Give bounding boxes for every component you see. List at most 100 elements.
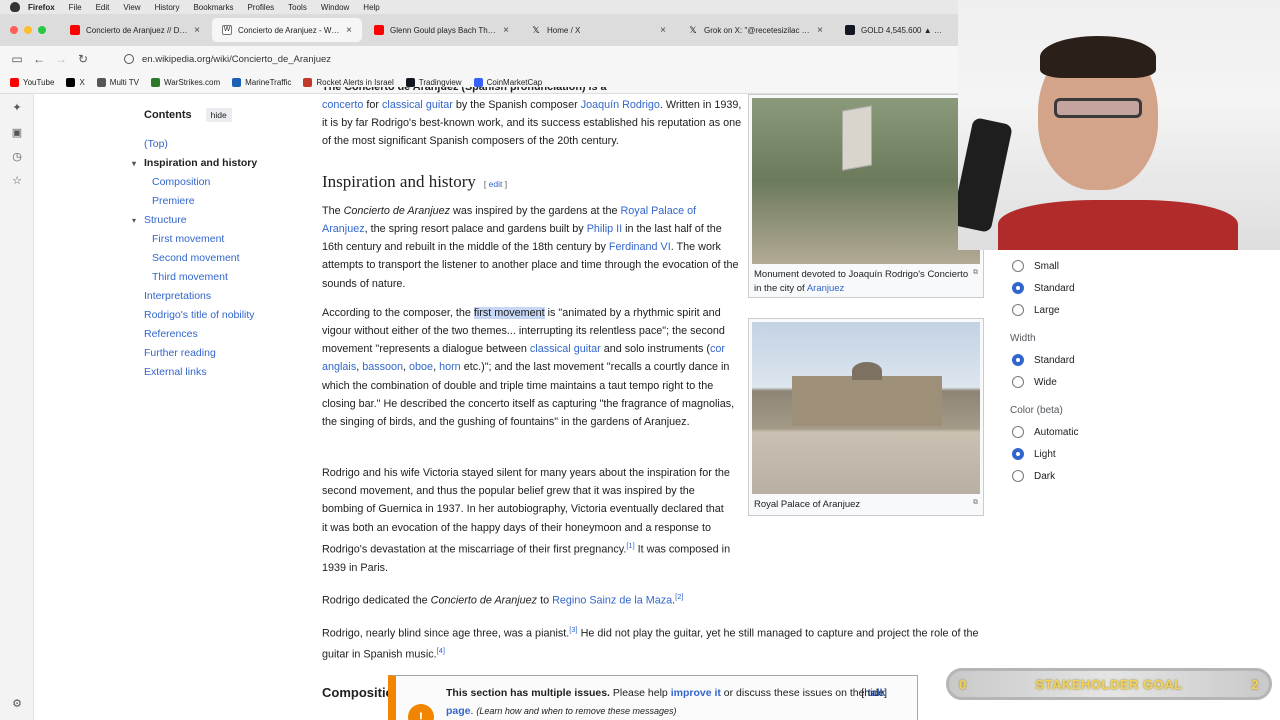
bookmark-coinmarketcap[interactable]: CoinMarketCap [473,78,542,87]
toc-item-inspiration[interactable]: ▾ Inspiration and history [130,154,300,173]
link-oboe[interactable]: oboe [409,361,433,373]
url-bar[interactable]: en.wikipedia.org/wiki/Concierto_de_Aranj… [124,49,824,69]
edit-link[interactable]: edit [489,179,503,189]
chevron-down-icon[interactable]: ▾ [132,211,136,230]
browser-tab[interactable]: GOLD 4,545.600 ▲ +1.1 [835,18,955,42]
zoom-window-button[interactable] [38,26,46,34]
radio-text-standard[interactable]: Standard [1010,277,1170,299]
close-tab-icon[interactable]: × [503,25,509,36]
forward-button[interactable]: → [50,52,72,66]
reload-button[interactable]: ↻ [72,52,94,66]
site-info-icon[interactable] [124,54,134,64]
link-improve-it[interactable]: improve it [671,687,721,699]
browser-tab[interactable]: Glenn Gould plays Bach Three- × [364,18,519,42]
link-horn[interactable]: horn [439,361,461,373]
radio-button[interactable] [1012,426,1024,438]
toc-item-composition[interactable]: Composition [130,173,300,192]
browser-tab[interactable]: 𝕏 Grok on X: "@recetesizilac Sab × [678,18,833,42]
menu-history[interactable]: History [155,3,180,12]
bookmark-marinetraffic[interactable]: MarineTraffic [232,78,291,87]
radio-width-standard[interactable]: Standard [1010,349,1170,371]
link-concerto[interactable]: concerto [322,99,363,111]
toc-item-first-movement[interactable]: First movement [130,230,300,249]
radio-color-dark[interactable]: Dark [1010,465,1170,487]
bookmark-youtube[interactable]: YouTube [10,78,54,87]
toc-item-premiere[interactable]: Premiere [130,192,300,211]
bookmarks-star-icon[interactable]: ☆ [11,175,23,187]
tabs-icon[interactable]: ▣ [11,127,23,139]
settings-gear-icon[interactable]: ⚙ [11,698,23,710]
ai-chat-icon[interactable]: ✦ [11,102,23,114]
radio-button[interactable] [1012,260,1024,272]
ambox-hide-button[interactable]: [hide] [861,684,887,702]
toc-item-interpretations[interactable]: Interpretations [130,287,300,306]
radio-button[interactable] [1012,470,1024,482]
browser-tab[interactable]: Concierto de Aranjuez // Danish × [60,18,210,42]
close-tab-icon[interactable]: × [194,25,200,36]
menu-bookmarks[interactable]: Bookmarks [193,3,233,12]
radio-width-wide[interactable]: Wide [1010,371,1170,393]
radio-text-large[interactable]: Large [1010,299,1170,321]
toc-item-top[interactable]: (Top) [130,135,300,154]
history-icon[interactable]: ◷ [11,151,23,163]
bookmark-x[interactable]: X [66,78,85,87]
chevron-down-icon[interactable]: ▾ [132,154,136,173]
link-classical-guitar[interactable]: classical guitar [530,343,601,355]
reference-link[interactable]: [2] [675,592,683,601]
menu-window[interactable]: Window [321,3,349,12]
toc-item-external-links[interactable]: External links [130,363,300,382]
link-aranjuez[interactable]: Aranjuez [807,283,845,294]
apple-icon[interactable] [10,2,20,12]
menu-edit[interactable]: Edit [96,3,110,12]
reference-link[interactable]: [4] [437,646,445,655]
menu-firefox[interactable]: Firefox [28,3,55,12]
enlarge-icon[interactable]: ⧉ [973,266,978,280]
radio-button-selected[interactable] [1012,282,1024,294]
toc-hide-button[interactable]: hide [205,108,232,122]
reference-link[interactable]: [1] [626,541,634,550]
minimize-window-button[interactable] [24,26,32,34]
menu-help[interactable]: Help [363,3,379,12]
radio-color-automatic[interactable]: Automatic [1010,421,1170,443]
link-philip-ii[interactable]: Philip II [587,223,622,235]
toc-item-structure[interactable]: ▾ Structure [130,211,300,230]
link-regino-sainz[interactable]: Regino Sainz de la Maza [552,594,672,606]
royal-palace-image[interactable] [752,322,980,494]
link-learn-remove[interactable]: (Learn how and when to remove these mess… [476,706,676,716]
menu-view[interactable]: View [123,3,140,12]
close-tab-icon[interactable]: × [660,25,666,36]
close-tab-icon[interactable]: × [346,25,352,36]
toc-item-references[interactable]: References [130,325,300,344]
menu-tools[interactable]: Tools [288,3,307,12]
close-window-button[interactable] [10,26,18,34]
browser-tab[interactable]: 𝕏 Home / X × [521,18,676,42]
close-tab-icon[interactable]: × [817,25,823,36]
bookmark-tradingview[interactable]: Tradingview [405,78,462,87]
radio-button-selected[interactable] [1012,354,1024,366]
back-button[interactable]: ← [28,52,50,66]
link-ferdinand-vi[interactable]: Ferdinand VI [609,241,671,253]
bookmark-warstrikes[interactable]: WarStrikes.com [150,78,220,87]
sidebar-toggle-icon[interactable]: ▭ [6,52,28,66]
link-joaquin-rodrigo[interactable]: Joaquín Rodrigo [581,99,660,111]
toc-item-further-reading[interactable]: Further reading [130,344,300,363]
radio-button[interactable] [1012,304,1024,316]
radio-color-light[interactable]: Light [1010,443,1170,465]
menu-file[interactable]: File [69,3,82,12]
menu-profiles[interactable]: Profiles [247,3,274,12]
radio-button-selected[interactable] [1012,448,1024,460]
browser-tab-active[interactable]: W Concierto de Aranjuez - Wikipe × [212,18,362,42]
monument-image[interactable] [752,98,980,264]
bookmark-multitv[interactable]: Multi TV [96,78,139,87]
toc-item-second-movement[interactable]: Second movement [130,249,300,268]
link-classical-guitar[interactable]: classical guitar [382,99,453,111]
selected-text[interactable]: first movement [473,306,545,319]
toc-item-nobility[interactable]: Rodrigo's title of nobility [130,306,300,325]
enlarge-icon[interactable]: ⧉ [973,496,978,510]
bookmark-rocket-alerts[interactable]: Rocket Alerts in Israel [303,78,394,87]
radio-text-small[interactable]: Small [1010,255,1170,277]
toc-item-third-movement[interactable]: Third movement [130,268,300,287]
link-bombing-of-guernica[interactable]: bombing of Guernica [322,503,422,515]
radio-button[interactable] [1012,376,1024,388]
link-bassoon[interactable]: bassoon [362,361,403,373]
